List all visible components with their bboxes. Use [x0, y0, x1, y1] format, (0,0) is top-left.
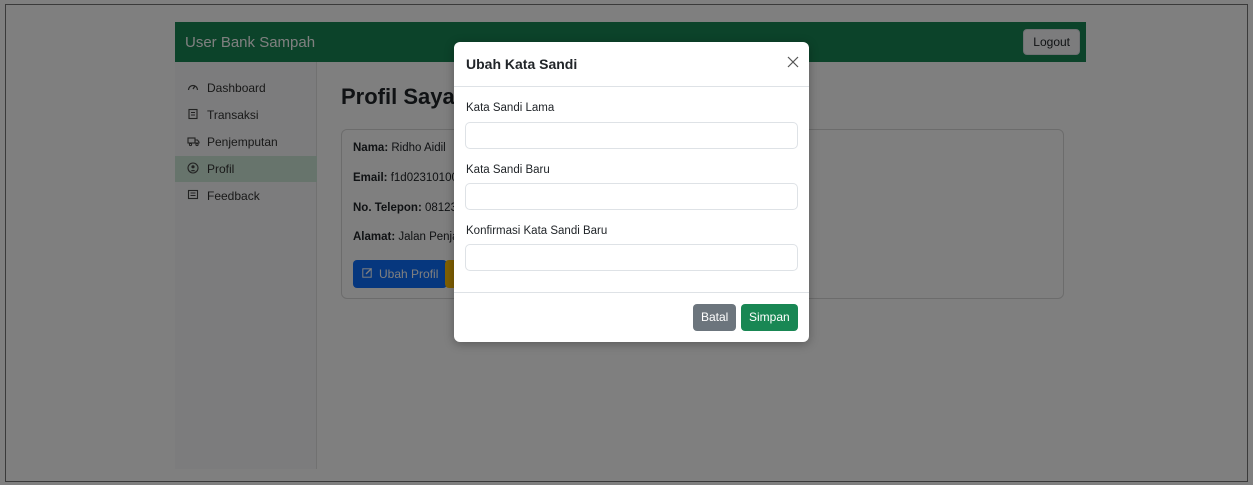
- new-password-input[interactable]: [465, 183, 798, 210]
- old-password-input[interactable]: [465, 122, 798, 149]
- modal-header: Ubah Kata Sandi: [454, 42, 809, 87]
- cancel-button[interactable]: Batal: [693, 304, 737, 331]
- save-button[interactable]: Simpan: [741, 304, 798, 331]
- close-icon[interactable]: [787, 53, 799, 71]
- old-password-label: Kata Sandi Lama: [466, 102, 555, 114]
- confirm-password-label: Konfirmasi Kata Sandi Baru: [466, 225, 608, 237]
- confirm-password-input[interactable]: [465, 244, 798, 271]
- new-password-label: Kata Sandi Baru: [466, 164, 550, 176]
- change-password-modal: Ubah Kata Sandi Kata Sandi Lama Kata San…: [454, 42, 809, 342]
- modal-title: Ubah Kata Sandi: [466, 56, 578, 72]
- modal-footer: Batal Simpan: [454, 292, 809, 342]
